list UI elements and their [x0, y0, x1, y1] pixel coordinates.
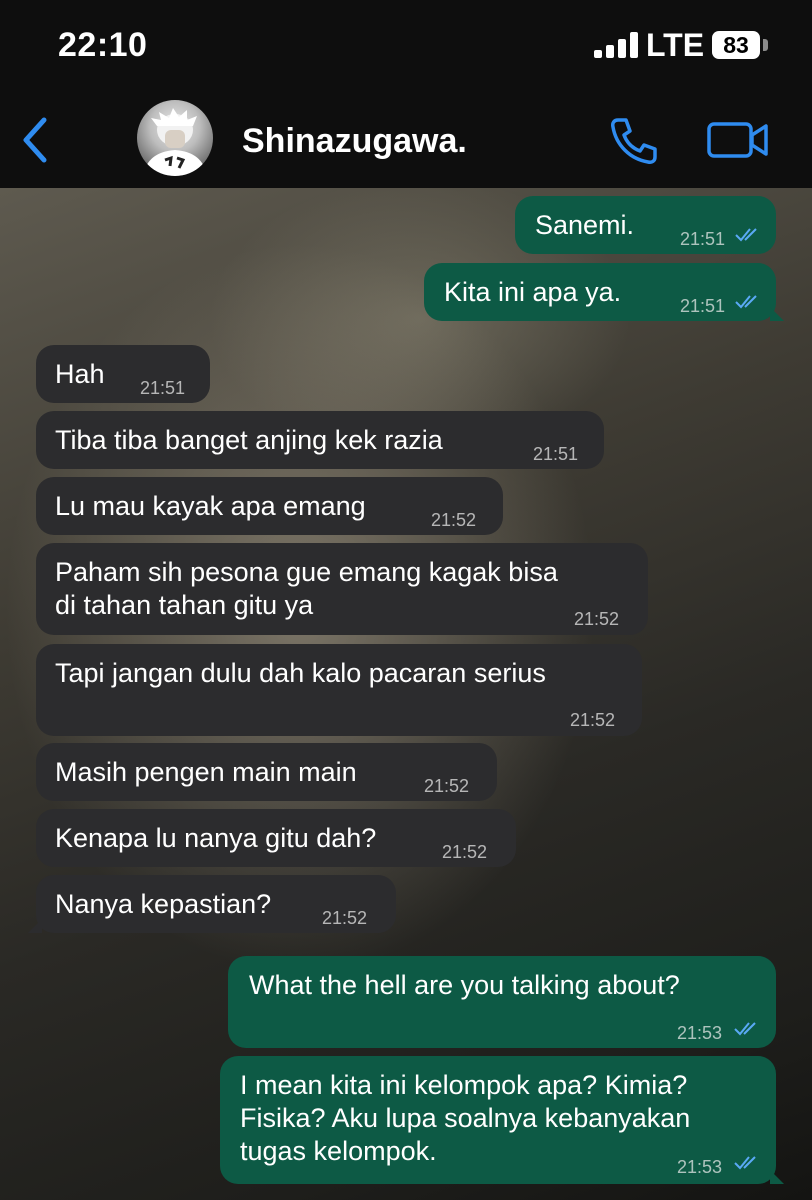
- message-bubble-outgoing[interactable]: Sanemi. 21:51: [515, 196, 776, 254]
- avatar[interactable]: [137, 100, 213, 176]
- message-time: 21:52: [574, 609, 620, 629]
- network-type: LTE: [646, 27, 705, 63]
- message-text-line: di tahan tahan gitu ya: [55, 590, 314, 620]
- message-time: 21:52: [424, 776, 470, 796]
- message-bubble-outgoing[interactable]: Kita ini apa ya. 21:51: [424, 263, 784, 321]
- message-text-line: tugas kelompok.: [240, 1136, 437, 1166]
- message-time: 21:53: [677, 1023, 723, 1043]
- message-bubble-incoming[interactable]: Kenapa lu nanya gitu dah? 21:52: [36, 809, 516, 867]
- message-time: 21:52: [570, 710, 616, 730]
- signal-icon: [594, 32, 638, 58]
- double-check-icon: [735, 295, 757, 309]
- message-text: Kita ini apa ya.: [444, 277, 622, 307]
- message-text: Kenapa lu nanya gitu dah?: [55, 823, 377, 853]
- message-text-line: I mean kita ini kelompok apa? Kimia?: [240, 1070, 688, 1100]
- double-check-icon: [734, 1022, 756, 1036]
- chat-header: Shinazugawa.: [0, 92, 812, 188]
- message-time: 21:51: [680, 229, 726, 249]
- message-text: Hah: [55, 359, 105, 389]
- phone-icon[interactable]: [608, 116, 660, 166]
- bubble-tail: [28, 919, 42, 933]
- message-time: 21:51: [680, 296, 726, 316]
- message-text-line: Fisika? Aku lupa soalnya kebanyakan: [240, 1103, 691, 1133]
- double-check-icon: [734, 1156, 756, 1170]
- message-bubble-incoming[interactable]: Lu mau kayak apa emang 21:52: [36, 477, 503, 535]
- message-text: Masih pengen main main: [55, 757, 357, 787]
- message-bubble-incoming[interactable]: Nanya kepastian? 21:52: [28, 875, 396, 933]
- message-bubble-incoming[interactable]: Masih pengen main main 21:52: [36, 743, 497, 801]
- message-time: 21:52: [442, 842, 488, 862]
- message-time: 21:51: [140, 378, 186, 398]
- message-text: Tiba tiba banget anjing kek razia: [55, 425, 443, 455]
- message-text: What the hell are you talking about?: [249, 970, 680, 1000]
- status-bar: 22:10 LTE 83: [0, 0, 812, 92]
- battery-icon: 83: [712, 31, 760, 59]
- status-time: 22:10: [58, 26, 148, 64]
- message-bubble-incoming[interactable]: Tiba tiba banget anjing kek razia 21:51: [36, 411, 604, 469]
- double-check-icon: [735, 228, 757, 242]
- message-bubble-incoming[interactable]: Tapi jangan dulu dah kalo pacaran serius…: [36, 644, 642, 736]
- video-camera-icon[interactable]: [706, 120, 770, 160]
- avatar-image: [143, 108, 207, 176]
- message-time: 21:51: [533, 444, 579, 464]
- message-text: Nanya kepastian?: [55, 889, 272, 919]
- battery-cap: [763, 39, 768, 51]
- message-time: 21:52: [322, 908, 368, 928]
- bubble-tail: [770, 1170, 784, 1184]
- bubble-tail: [770, 307, 784, 321]
- message-text: Lu mau kayak apa emang: [55, 491, 366, 521]
- message-time: 21:53: [677, 1157, 723, 1177]
- back-chevron-icon[interactable]: [18, 116, 54, 164]
- chat-area[interactable]: Sanemi. 21:51 Kita ini apa ya. 21:51 Hah…: [0, 188, 812, 1200]
- message-text: Tapi jangan dulu dah kalo pacaran serius: [55, 658, 546, 688]
- message-bubble-incoming[interactable]: Hah 21:51: [36, 345, 210, 403]
- message-bubble-outgoing[interactable]: I mean kita ini kelompok apa? Kimia? Fis…: [220, 1056, 784, 1184]
- message-time: 21:52: [431, 510, 477, 530]
- message-bubble-outgoing[interactable]: What the hell are you talking about? 21:…: [228, 956, 776, 1048]
- message-text-line: Paham sih pesona gue emang kagak bisa: [55, 557, 558, 587]
- contact-name[interactable]: Shinazugawa.: [242, 122, 467, 161]
- message-text: Sanemi.: [535, 210, 635, 240]
- message-bubble-incoming[interactable]: Paham sih pesona gue emang kagak bisa di…: [36, 543, 648, 635]
